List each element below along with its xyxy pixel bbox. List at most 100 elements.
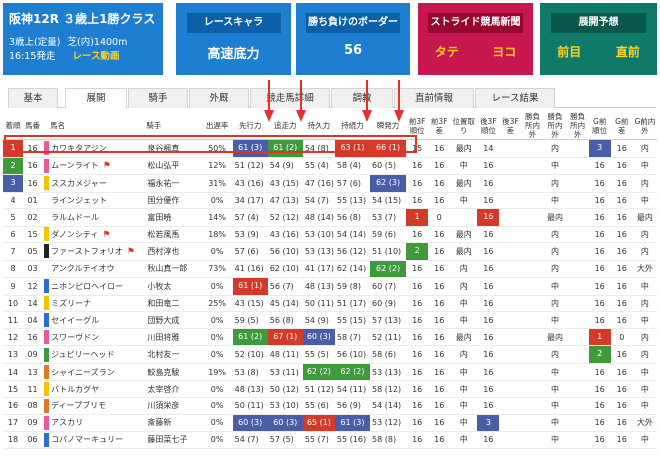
jockey-cell[interactable]: 和田竜二 xyxy=(145,295,202,313)
jockey-cell[interactable]: 松山弘平 xyxy=(145,157,202,175)
goal-diff-cell: 16 xyxy=(610,208,633,227)
table-row[interactable]: 11 04 セイイーグル 団野大成 0% 59 (5) 56 (8) 54 (9) 55 (15… xyxy=(3,311,657,329)
horse-number-cell: 16 xyxy=(23,157,43,175)
last3f-rank-cell: 16 xyxy=(477,208,500,227)
border-box: 勝ち負けのボーダー 56 xyxy=(296,3,410,75)
ability-cell: 48 (11) xyxy=(267,345,303,364)
tab-horse-detail[interactable]: 競走馬詳細 xyxy=(250,88,330,108)
jockey-cell[interactable]: 松若風馬 xyxy=(145,226,202,244)
ability-cell: 52 (10) xyxy=(232,345,268,364)
goal-io-cell: 内 xyxy=(632,174,657,193)
goal-diff-cell: 16 xyxy=(610,397,633,415)
jockey-cell[interactable]: 西村淳也 xyxy=(145,242,202,261)
ability-cell: 54 (7) xyxy=(302,192,335,210)
jockey-cell[interactable]: 北村友一 xyxy=(145,345,202,364)
ability-cell: 55 (15) xyxy=(334,311,371,329)
horse-name-cell[interactable]: ススカメジャー xyxy=(49,174,146,193)
jockey-cell[interactable]: 太宰啓介 xyxy=(145,380,202,398)
tab-basic[interactable]: 基本 xyxy=(8,88,58,108)
front3f-rank-cell: 16 xyxy=(406,328,429,347)
corner-io-cell: 内 xyxy=(543,139,567,158)
front3f-rank-cell: 16 xyxy=(406,277,429,296)
corner-io-cell: 中 xyxy=(543,277,567,296)
horse-name-cell[interactable]: ディープブリモ xyxy=(49,397,146,415)
horse-name-cell[interactable]: ラルムドール xyxy=(49,208,146,227)
jockey-cell[interactable]: 国分優作 xyxy=(145,192,202,210)
table-row[interactable]: 7 05 ファーストフォリオ ⚑ 西村淳也 0% 57 (6) 56 (10) 53 (13) 5… xyxy=(3,242,657,261)
horse-name-cell[interactable]: バトルカグヤ xyxy=(49,380,146,398)
horse-name-cell[interactable]: シャイニーズラン xyxy=(49,363,146,382)
goal-io-cell: 内 xyxy=(632,328,657,347)
jockey-cell[interactable]: 鮫島克駿 xyxy=(145,363,202,382)
table-row[interactable]: 14 13 シャイニーズラン 鮫島克駿 19% 53 (8) 53 (11) 62 (2) 62… xyxy=(3,363,657,382)
horse-name-cell[interactable]: ミズリーナ xyxy=(49,295,146,313)
corner-io-cell xyxy=(566,277,589,296)
last3f-diff-cell xyxy=(499,277,522,296)
jockey-cell[interactable]: 藤田菜七子 xyxy=(145,431,202,449)
ability-cell: 53 (13) xyxy=(370,363,407,382)
horse-name-cell[interactable]: スワーヴドン xyxy=(49,328,146,347)
jockey-cell[interactable]: 小牧太 xyxy=(145,277,202,296)
tab-race-result[interactable]: レース結果 xyxy=(475,88,555,108)
front3f-rank-cell: 16 xyxy=(406,226,429,244)
table-row[interactable]: 3 16 ススカメジャー 福永祐一 31% 43 (16) 43 (15) 47 (16) 57… xyxy=(3,174,657,193)
table-row[interactable]: 9 12 ニホンピロヘイロー 小牧太 0% 61 (1) 56 (7) 48 (13) 59 (… xyxy=(3,277,657,296)
jockey-cell[interactable]: 秋山真一郎 xyxy=(145,260,202,279)
goal-io-cell: 内 xyxy=(632,295,657,313)
horse-number-cell: 03 xyxy=(23,260,43,279)
horse-name-cell[interactable]: ニホンピロヘイロー xyxy=(49,277,146,296)
badge-value: 1 xyxy=(588,328,611,345)
table-row[interactable]: 2 16 ムーンライト ⚑ 松山弘平 12% 51 (12) 54 (9) 55 (4) 58 (… xyxy=(3,157,657,175)
goal-rank-cell: 16 xyxy=(588,226,611,244)
frame-color-cell xyxy=(42,363,50,382)
tab-tenkai[interactable]: 展開 xyxy=(65,88,127,108)
jockey-cell[interactable]: 斎藤新 xyxy=(145,414,202,433)
corner-io-cell xyxy=(566,397,589,415)
corner-io-cell xyxy=(566,226,589,244)
tab-jockey[interactable]: 騎手 xyxy=(128,88,188,108)
horse-name-cell[interactable]: アスカリ xyxy=(49,414,146,433)
ability-cell: 61 (2) xyxy=(232,328,268,347)
front3f-rank-cell: 2 xyxy=(406,242,429,261)
frame-color-swatch xyxy=(44,313,50,328)
badge-value: 3 xyxy=(588,140,611,157)
frame-color-swatch xyxy=(44,415,50,430)
front3f-rank-cell: 16 xyxy=(406,345,429,364)
last3f-diff-cell xyxy=(499,139,522,158)
table-row[interactable]: 10 14 ミズリーナ 和田竜二 25% 43 (15) 45 (14) 50 (11) 51 … xyxy=(3,295,657,313)
table-row[interactable]: 18 06 コパノマーキュリー 藤田菜七子 0% 54 (7) 57 (5) 55 (7) 55… xyxy=(3,431,657,449)
horse-name-cell[interactable]: ファーストフォリオ ⚑ xyxy=(49,242,146,261)
jockey-cell[interactable]: 富田暁 xyxy=(145,208,202,227)
horse-name-cell[interactable]: ラインジェット xyxy=(49,192,146,210)
ability-cell: 57 (5) xyxy=(267,431,303,449)
horse-number-cell: 08 xyxy=(23,397,43,415)
table-row[interactable]: 13 09 ジュピリーヘッド 北村友一 0% 52 (10) 48 (11) 55 (5) 56… xyxy=(3,345,657,364)
table-row[interactable]: 16 08 ディープブリモ 川須栄彦 0% 50 (11) 53 (10) 55 (6) 56 … xyxy=(3,397,657,415)
tab-latest-info[interactable]: 直前情報 xyxy=(394,88,474,108)
ability-cell: 58 (6) xyxy=(370,345,407,364)
table-row[interactable]: 5 02 ラルムドール 富田暁 14% 57 (4) 52 (12) 48 (14) 56 (8… xyxy=(3,208,657,227)
horse-name-cell[interactable]: ジュピリーヘッド xyxy=(49,345,146,364)
jockey-cell[interactable]: 川田将雅 xyxy=(145,328,202,347)
table-row[interactable]: 17 09 アスカリ 斎藤新 0% 60 (3) 60 (3) 65 (1) 61 (3) 53 … xyxy=(3,414,657,433)
frame-color-cell xyxy=(42,380,50,398)
horse-name-cell[interactable]: ダノンシティ ⚑ xyxy=(49,226,146,244)
horse-name-cell[interactable]: ムーンライト ⚑ xyxy=(49,157,146,175)
table-row[interactable]: 6 15 ダノンシティ ⚑ 松若風馬 18% 53 (9) 43 (16) 53 (10) 54 … xyxy=(3,226,657,244)
horse-name-cell[interactable]: アンクルテイオウ xyxy=(49,260,146,279)
last3f-diff-cell xyxy=(499,226,522,244)
race-video-link[interactable]: レース動画 xyxy=(72,51,119,62)
delay-rate-cell: 25% xyxy=(201,295,233,313)
horse-name-cell[interactable]: コパノマーキュリー xyxy=(49,431,146,449)
horse-name-cell[interactable]: セイイーグル xyxy=(49,311,146,329)
tab-gaikyu[interactable]: 外厩 xyxy=(189,88,249,108)
jockey-cell[interactable]: 福永祐一 xyxy=(145,174,202,193)
table-row[interactable]: 15 11 バトルカグヤ 太宰啓介 0% 48 (13) 50 (12) 51 (12) 54 … xyxy=(3,380,657,398)
jockey-cell[interactable]: 川須栄彦 xyxy=(145,397,202,415)
table-row[interactable]: 12 16 スワーヴドン 川田将雅 0% 61 (2) 67 (1) 60 (3) 58 (7)… xyxy=(3,328,657,347)
jockey-cell[interactable]: 団野大成 xyxy=(145,311,202,329)
table-row[interactable]: 8 03 アンクルテイオウ 秋山真一郎 73% 41 (16) 62 (10) 41 (17)… xyxy=(3,260,657,279)
column-header: 後3F順位 xyxy=(477,112,500,140)
badge-value: 65 (1) xyxy=(302,414,335,431)
table-row[interactable]: 4 01 ラインジェット 国分優作 0% 34 (17) 47 (13) 54 (7) 55 (… xyxy=(3,192,657,210)
